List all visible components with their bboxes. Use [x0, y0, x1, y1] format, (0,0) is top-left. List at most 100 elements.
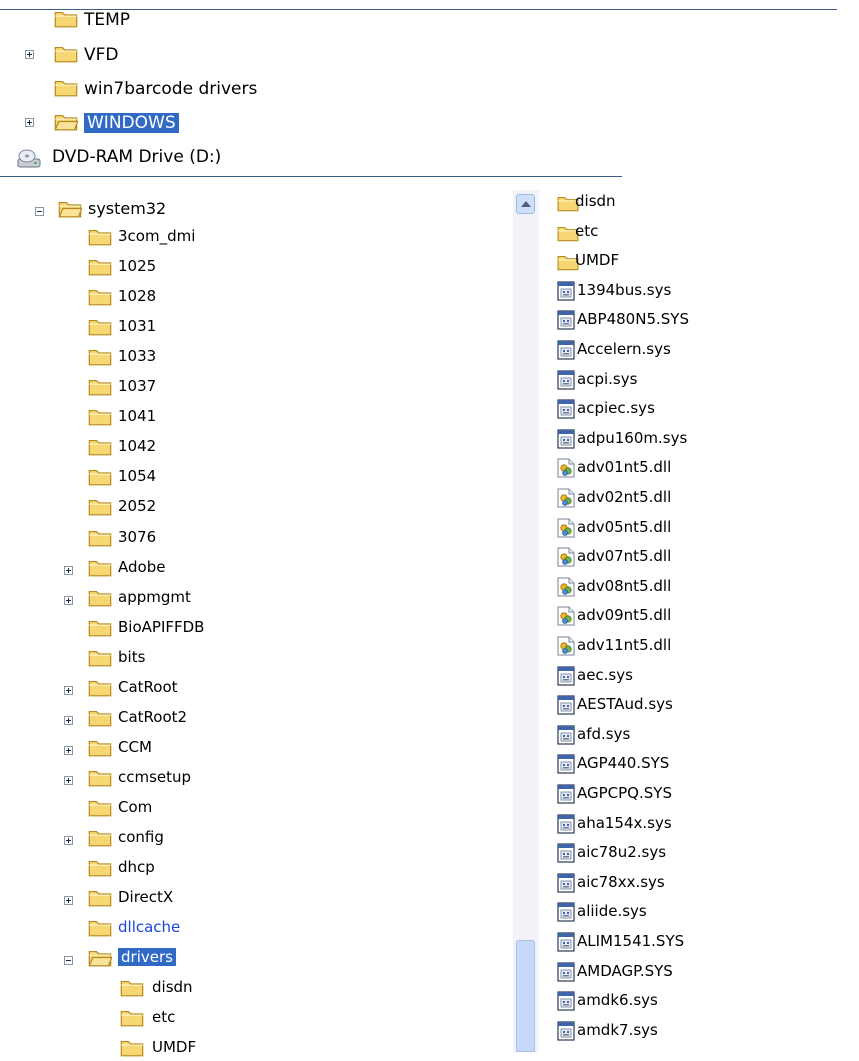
- system-file-icon: [557, 399, 575, 423]
- folder-icon: [88, 678, 112, 701]
- folder-icon: [88, 858, 112, 881]
- system-file-icon: [557, 902, 575, 926]
- tree-item-label[interactable]: bits: [118, 648, 145, 666]
- dll-file-icon: [557, 606, 575, 630]
- tree-item-label[interactable]: 1025: [118, 257, 156, 275]
- file-name: aic78u2.sys: [577, 843, 667, 862]
- tree-item-label[interactable]: 1031: [118, 317, 156, 335]
- file-name: etc: [575, 221, 599, 240]
- tree-item-24-collapse-icon[interactable]: [64, 956, 73, 966]
- tree-item-label[interactable]: 2052: [118, 497, 156, 515]
- tree-item-22-expand-icon[interactable]: [64, 896, 73, 906]
- file-name: adv11nt5.dll: [577, 636, 672, 654]
- dll-file-icon: [557, 518, 575, 542]
- tree-item-label[interactable]: 1028: [118, 287, 156, 305]
- folder-icon: [88, 918, 112, 941]
- folder-icon: [88, 828, 112, 851]
- tree-item-label[interactable]: CatRoot2: [118, 708, 187, 726]
- folder-icon: [120, 1008, 144, 1031]
- dll-file-icon: [557, 547, 575, 571]
- tree-item-label[interactable]: 1041: [118, 407, 156, 425]
- file-name: AESTAud.sys: [577, 695, 673, 714]
- tree-item-system32-collapse-icon[interactable]: [35, 207, 44, 216]
- folder-icon: [88, 648, 112, 671]
- file-name: aic78xx.sys: [577, 872, 665, 891]
- drive-label[interactable]: DVD-RAM Drive (D:): [52, 147, 221, 167]
- tree-item-label[interactable]: dhcp: [118, 858, 155, 876]
- system-file-icon: [557, 961, 575, 986]
- system-file-icon: [557, 725, 575, 749]
- tree-item-20-expand-icon[interactable]: [64, 836, 73, 845]
- tree-item-label[interactable]: 1054: [118, 467, 156, 485]
- tree-item-label[interactable]: 3com_dmi: [118, 227, 195, 245]
- system-file-icon: [557, 310, 575, 334]
- tree-item-label[interactable]: 1042: [118, 437, 156, 455]
- folder-icon: [88, 528, 112, 551]
- tree-item-label[interactable]: BioAPIFFDB: [118, 618, 204, 636]
- tree-item-label[interactable]: CatRoot: [118, 678, 178, 696]
- tree-item-label[interactable]: drivers: [118, 948, 176, 967]
- folder-icon: [120, 1038, 144, 1061]
- tree-item-16-expand-icon[interactable]: [64, 715, 73, 725]
- tree-item-label[interactable]: ccmsetup: [118, 768, 191, 786]
- tree-item-label[interactable]: DirectX: [118, 888, 173, 906]
- file-name: disdn: [575, 192, 616, 210]
- tree-item-label[interactable]: system32: [88, 199, 166, 218]
- folder-icon: [88, 738, 112, 761]
- dll-file-icon: [557, 636, 575, 660]
- tree-item-12-expand-icon[interactable]: [64, 595, 73, 605]
- file-name: AMDAGP.SYS: [577, 961, 673, 980]
- tree-item-label[interactable]: disdn: [152, 978, 193, 996]
- tree-item-label[interactable]: 3076: [118, 528, 156, 546]
- tree-item-label[interactable]: UMDF: [152, 1038, 196, 1056]
- tree-item-label[interactable]: TEMP: [84, 10, 130, 30]
- tree-item-label[interactable]: config: [118, 828, 164, 846]
- folder-icon: [88, 497, 112, 520]
- system-file-icon: [557, 665, 575, 690]
- vertical-scrollbar[interactable]: [513, 190, 539, 1052]
- file-name: afd.sys: [577, 724, 631, 743]
- file-name: adpu160m.sys: [577, 428, 688, 447]
- system-file-icon: [557, 991, 575, 1015]
- tree-item-11-expand-icon[interactable]: [64, 565, 73, 575]
- tree-item-3-expand-icon[interactable]: [25, 118, 34, 127]
- system-file-icon: [557, 695, 575, 719]
- folder-tree-panel: system32 3com_dmi 1025 1028 1031 1033 1037 1041…: [0, 182, 513, 1057]
- folder-icon: [88, 377, 112, 400]
- scroll-thumb[interactable]: [516, 940, 535, 1052]
- tree-item-label[interactable]: appmgmt: [118, 588, 191, 606]
- folder-icon: [88, 708, 112, 731]
- tree-item-label[interactable]: 1033: [118, 347, 156, 365]
- file-name: adv02nt5.dll: [577, 488, 672, 506]
- tree-item-17-expand-icon[interactable]: [64, 745, 73, 755]
- folder-icon: [88, 888, 112, 911]
- system-file-icon: [557, 429, 575, 453]
- file-name: acpi.sys: [577, 369, 638, 388]
- folder-icon: [88, 257, 112, 280]
- tree-item-label[interactable]: dllcache: [118, 918, 180, 936]
- tree-item-label[interactable]: WINDOWS: [84, 113, 179, 133]
- system-file-icon: [557, 1021, 575, 1045]
- folder-icon: [88, 558, 112, 581]
- file-name: aliide.sys: [577, 902, 647, 921]
- tree-item-label[interactable]: VFD: [84, 45, 119, 65]
- folder-icon: [88, 227, 112, 250]
- file-name: amdk7.sys: [577, 1020, 658, 1039]
- system-file-icon: [557, 281, 575, 305]
- folder-icon: [88, 768, 112, 791]
- tree-item-label[interactable]: win7barcode drivers: [84, 79, 257, 99]
- tree-item-15-expand-icon[interactable]: [64, 685, 73, 695]
- tree-item-label[interactable]: Adobe: [118, 558, 165, 576]
- tree-item-label[interactable]: 1037: [118, 377, 156, 395]
- scroll-up-button[interactable]: [516, 194, 535, 214]
- tree-item-18-expand-icon[interactable]: [64, 775, 73, 785]
- dll-file-icon: [557, 488, 575, 512]
- folder-icon: [54, 44, 78, 67]
- tree-item-label[interactable]: CCM: [118, 738, 152, 756]
- tree-item-label[interactable]: etc: [152, 1008, 175, 1026]
- tree-item-label[interactable]: Com: [118, 798, 152, 816]
- folder-icon: [88, 618, 112, 641]
- file-name: adv08nt5.dll: [577, 576, 672, 595]
- tree-item-1-expand-icon[interactable]: [25, 50, 34, 59]
- dvd-drive-icon: [16, 147, 42, 173]
